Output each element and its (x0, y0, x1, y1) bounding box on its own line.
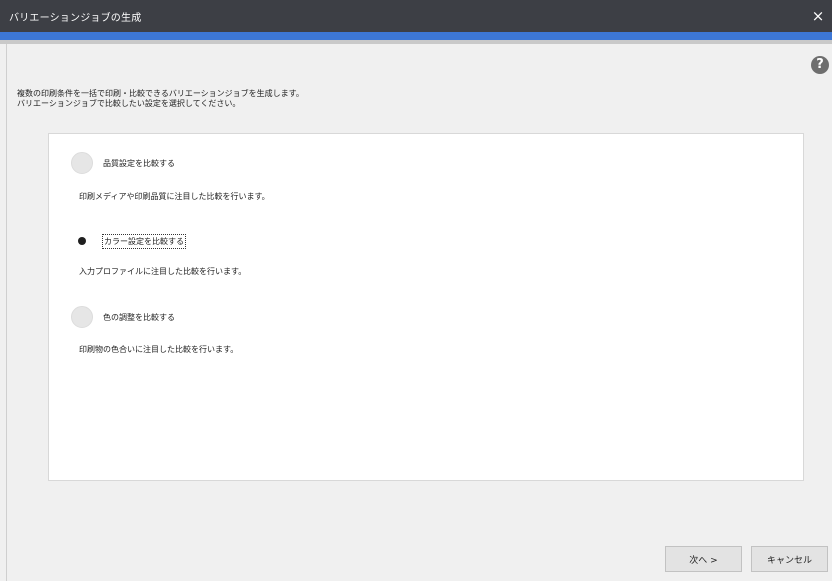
radio-color[interactable] (71, 230, 93, 252)
window-title: バリエーションジョブの生成 (9, 13, 142, 24)
description-line-1: 複数の印刷条件を一括で印刷・比較できるバリエーションジョブを生成します。 (17, 89, 304, 98)
close-icon[interactable]: × (804, 0, 832, 32)
option-color-description: 入力プロファイルに注目した比較を行います。 (79, 267, 247, 276)
radio-color-adjust[interactable] (71, 306, 93, 328)
cancel-button[interactable]: キャンセル (751, 546, 828, 572)
help-icon[interactable]: ? (811, 56, 829, 74)
option-color-label: カラー設定を比較する (102, 233, 186, 249)
option-quality-label: 品質設定を比較する (103, 158, 175, 168)
option-color[interactable]: カラー設定を比較する (71, 228, 186, 254)
next-button[interactable]: 次へ > (665, 546, 742, 572)
option-color-adjust-description: 印刷物の色合いに注目した比較を行います。 (79, 345, 239, 354)
option-quality[interactable]: 品質設定を比較する (71, 150, 175, 176)
options-panel: 品質設定を比較する 印刷メディアや印刷品質に注目した比較を行います。 カラー設定… (48, 133, 804, 481)
radio-quality[interactable] (71, 152, 93, 174)
option-quality-description: 印刷メディアや印刷品質に注目した比較を行います。 (79, 192, 270, 201)
option-color-adjust-label: 色の調整を比較する (103, 312, 175, 322)
dialog-description: 複数の印刷条件を一括で印刷・比較できるバリエーションジョブを生成します。 バリエ… (17, 89, 304, 109)
description-line-2: バリエーションジョブで比較したい設定を選択してください。 (17, 99, 241, 108)
title-bar: バリエーションジョブの生成 × (0, 0, 832, 32)
accent-bar (0, 32, 832, 40)
option-color-adjust[interactable]: 色の調整を比較する (71, 304, 175, 330)
